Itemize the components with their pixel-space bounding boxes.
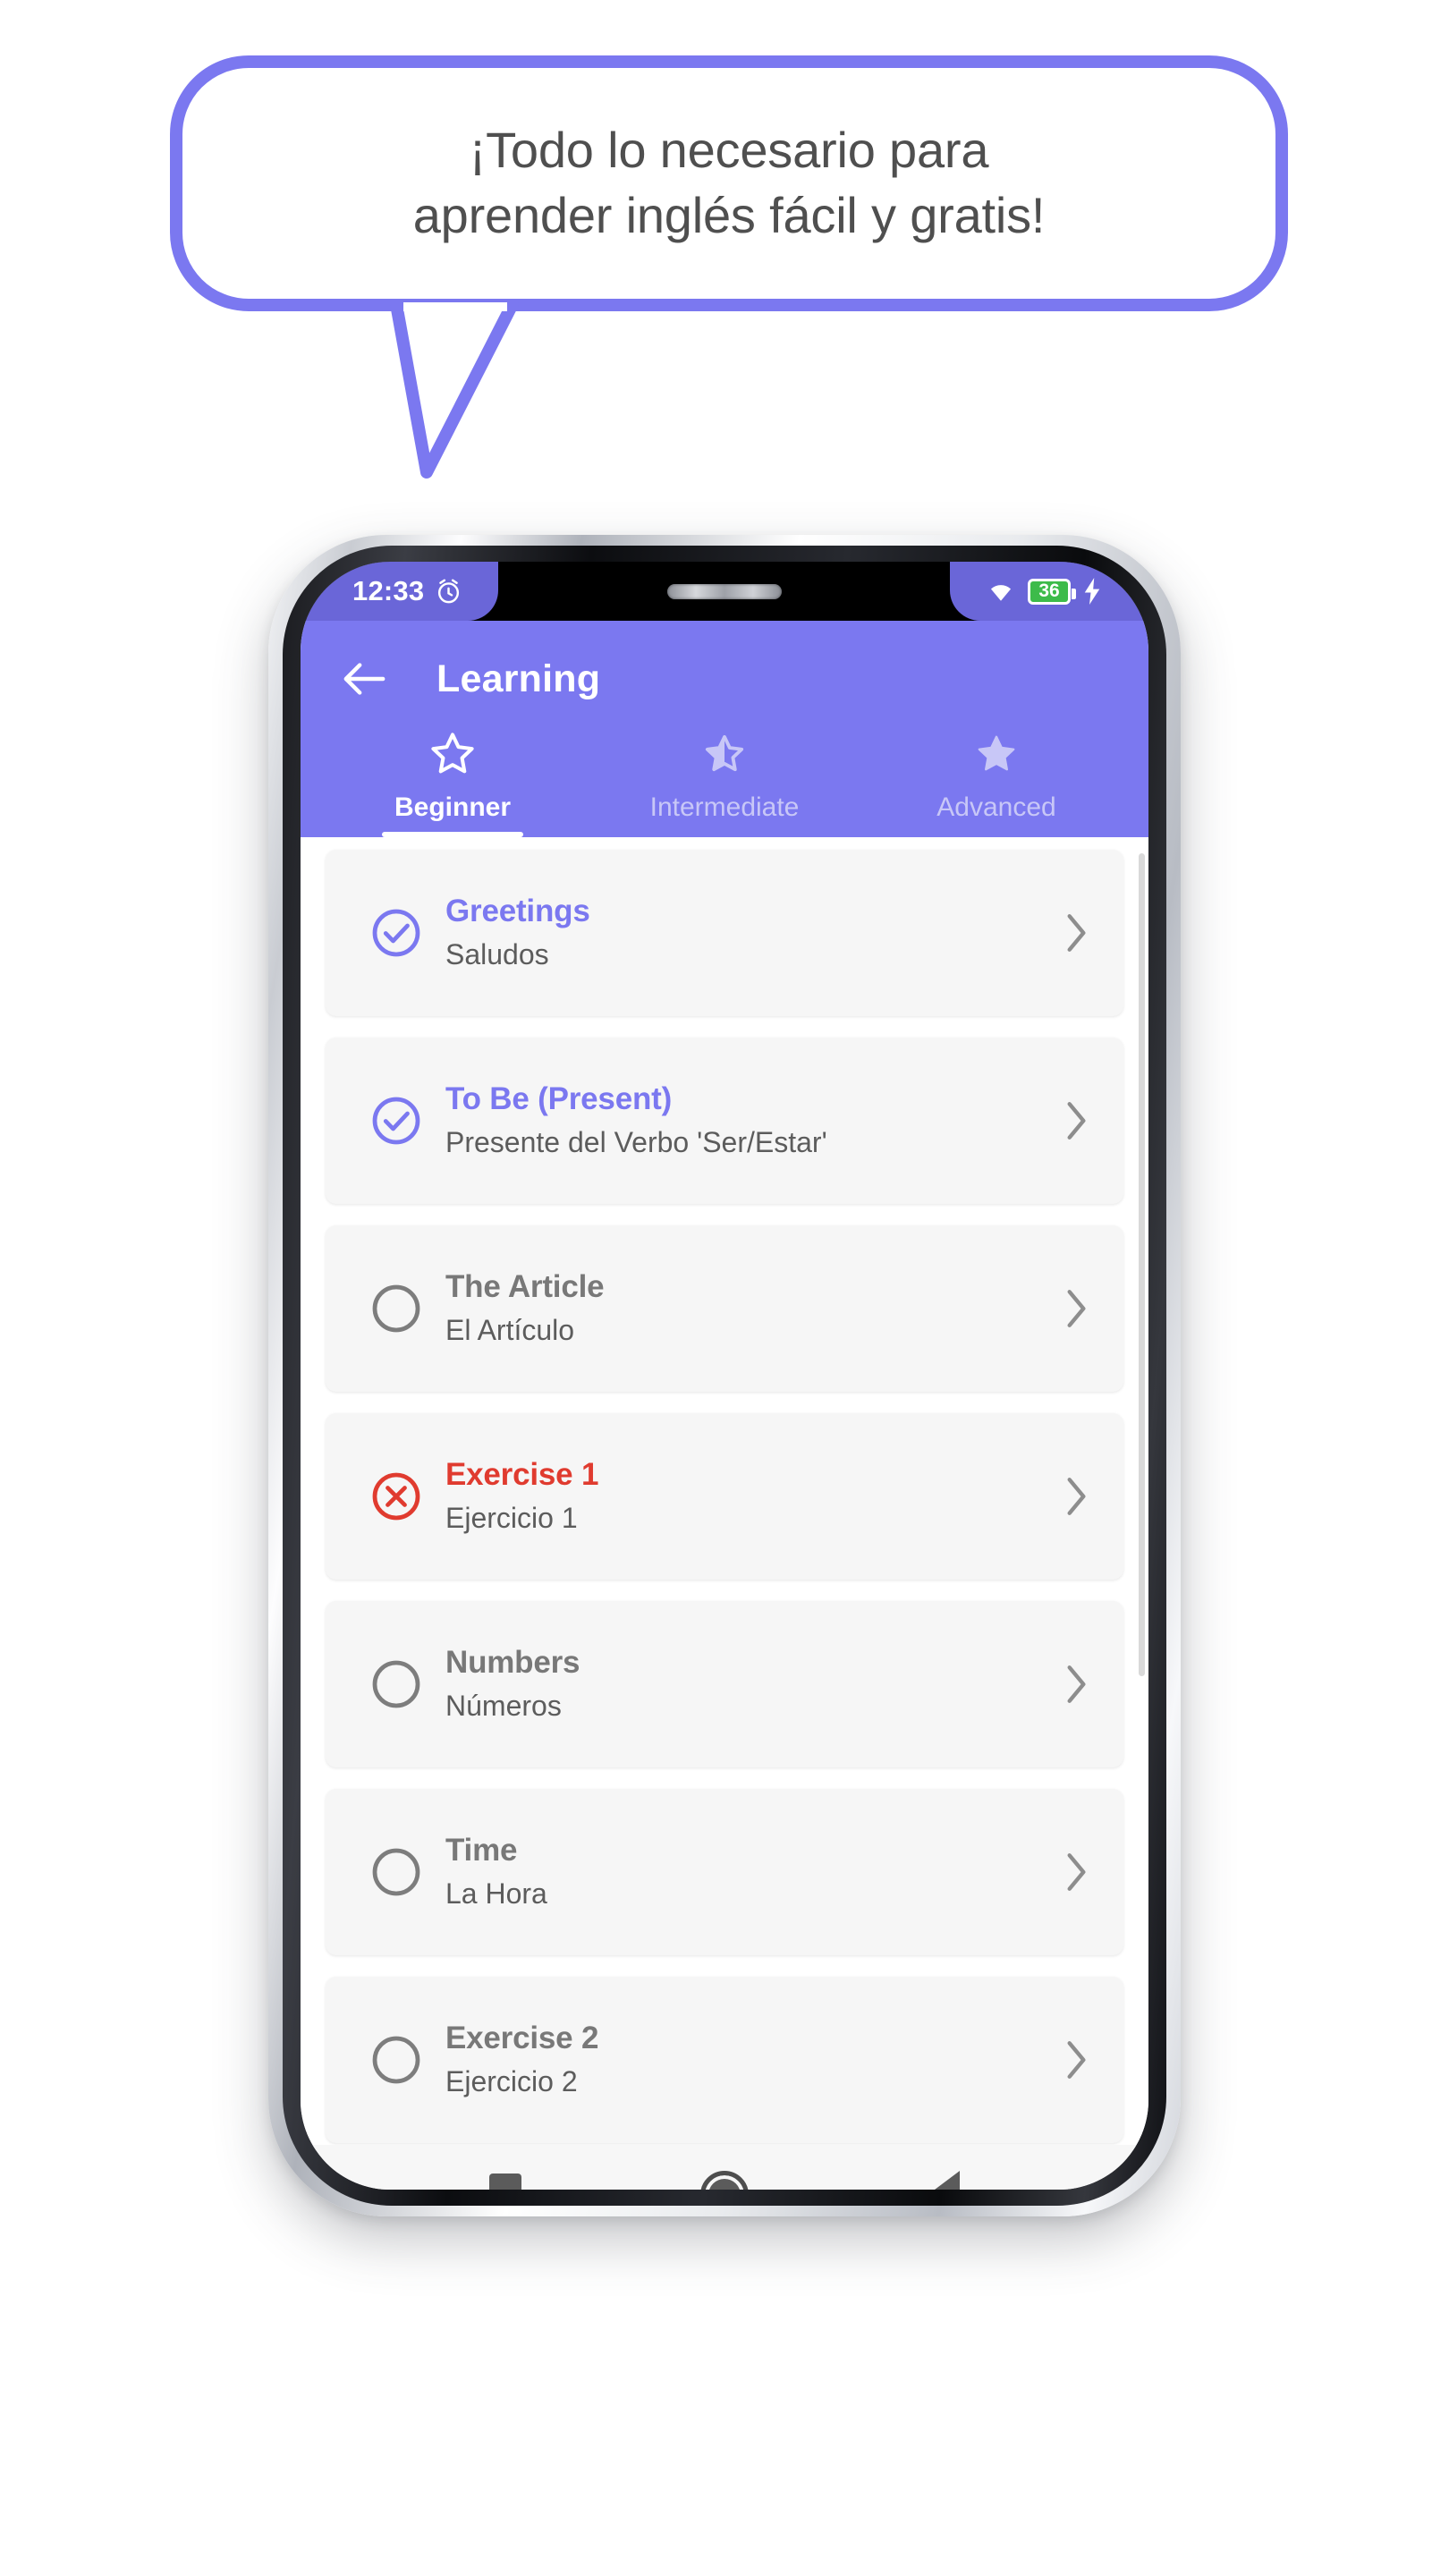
status-bar-right: 36 <box>950 562 1148 621</box>
back-arrow-icon[interactable] <box>342 659 386 699</box>
list-item-subtitle: Presente del Verbo 'Ser/Estar' <box>445 1125 827 1158</box>
empty-circle-icon <box>356 1657 436 1711</box>
list-item-subtitle: Números <box>445 1689 562 1722</box>
chevron-right-icon[interactable] <box>1061 1474 1091 1519</box>
phone-reflection <box>295 2211 1154 2569</box>
check-circle-icon <box>356 906 436 960</box>
list-item[interactable]: Numbers Números <box>326 1601 1123 1767</box>
alarm-icon <box>438 579 460 603</box>
list-item[interactable]: Time La Hora <box>326 1789 1123 1955</box>
speech-bubble-text: ¡Todo lo necesario para aprender inglés … <box>412 122 1046 243</box>
circle-home-icon[interactable] <box>700 2171 749 2190</box>
empty-circle-icon <box>356 1282 436 1335</box>
list-item-subtitle: Ejercicio 2 <box>445 2064 578 2097</box>
battery-indicator: 36 <box>1028 578 1076 605</box>
lesson-list[interactable]: Greetings Saludos To Be (Present) Presen… <box>301 837 1148 2145</box>
android-nav-bar <box>301 2145 1148 2190</box>
list-item-text: Exercise 2 Ejercicio 2 <box>436 2020 1061 2100</box>
tab-beginner-label: Beginner <box>394 792 512 822</box>
list-item-text: Greetings Saludos <box>436 893 1061 973</box>
list-item-text: Numbers Números <box>436 1644 1061 1724</box>
chevron-right-icon[interactable] <box>1061 1850 1091 1894</box>
empty-circle-icon <box>356 1845 436 1899</box>
tab-beginner[interactable]: Beginner <box>317 728 589 837</box>
list-item-subtitle: Ejercicio 1 <box>445 1501 578 1534</box>
list-item-text: The Article El Artículo <box>436 1268 1061 1349</box>
tab-intermediate-label: Intermediate <box>649 792 800 822</box>
triangle-back-icon[interactable] <box>928 2171 960 2190</box>
earpiece-speaker-icon <box>667 583 782 599</box>
star-half-icon <box>703 728 746 780</box>
star-outline-icon <box>428 728 477 780</box>
promo-speech-bubble: ¡Todo lo necesario para aprender inglés … <box>170 55 1288 479</box>
page-title: Learning <box>436 657 601 700</box>
phone-screen: 12:33 36 Learning Beginner Intermediate … <box>301 562 1148 2190</box>
list-item-title: To Be (Present) <box>445 1081 673 1117</box>
list-item[interactable]: Exercise 1 Ejercicio 1 <box>326 1413 1123 1580</box>
chevron-right-icon[interactable] <box>1061 1286 1091 1331</box>
square-recents-icon[interactable] <box>489 2174 521 2190</box>
tab-advanced-label: Advanced <box>936 792 1056 822</box>
tab-advanced[interactable]: Advanced <box>860 728 1132 837</box>
list-item-subtitle: La Hora <box>445 1877 547 1910</box>
status-bar: 12:33 36 <box>301 562 1148 621</box>
chevron-right-icon[interactable] <box>1061 1662 1091 1707</box>
phone-notch <box>590 562 859 621</box>
phone-mockup: 12:33 36 Learning Beginner Intermediate … <box>268 535 1181 2216</box>
status-time: 12:33 <box>352 575 425 606</box>
status-bar-left: 12:33 <box>301 562 499 621</box>
list-item-title: Numbers <box>445 1645 580 1681</box>
wifi-icon <box>990 585 1012 601</box>
tab-bar: Beginner Intermediate Advanced <box>301 717 1148 837</box>
list-item-title: Time <box>445 1833 518 1868</box>
speech-bubble-body: ¡Todo lo necesario para aprender inglés … <box>170 55 1288 311</box>
list-item-title: The Article <box>445 1269 605 1305</box>
list-item-text: Time La Hora <box>436 1832 1061 1912</box>
chevron-right-icon[interactable] <box>1061 1098 1091 1143</box>
list-item[interactable]: Exercise 2 Ejercicio 2 <box>326 1977 1123 2143</box>
chevron-right-icon[interactable] <box>1061 911 1091 955</box>
chevron-right-icon[interactable] <box>1061 2038 1091 2082</box>
star-filled-icon <box>975 728 1018 780</box>
check-circle-icon <box>356 1094 436 1148</box>
app-bar: Learning Beginner Intermediate Advanced <box>301 621 1148 837</box>
empty-circle-icon <box>356 2033 436 2087</box>
list-item-text: To Be (Present) Presente del Verbo 'Ser/… <box>436 1080 1061 1161</box>
list-item-text: Exercise 1 Ejercicio 1 <box>436 1456 1061 1537</box>
list-item-title: Exercise 2 <box>445 2021 599 2056</box>
list-item-title: Exercise 1 <box>445 1457 599 1493</box>
app-bar-row: Learning <box>301 640 1148 717</box>
tab-intermediate[interactable]: Intermediate <box>589 728 860 837</box>
promo-screenshot: ¡Todo lo necesario para aprender inglés … <box>0 0 1449 2576</box>
list-item-subtitle: Saludos <box>445 937 549 970</box>
list-item[interactable]: The Article El Artículo <box>326 1225 1123 1392</box>
charging-bolt-icon <box>1084 578 1100 605</box>
x-circle-icon <box>356 1470 436 1523</box>
speech-bubble-tail-icon <box>390 302 519 479</box>
list-scrollbar[interactable] <box>1139 853 1145 1676</box>
list-item[interactable]: To Be (Present) Presente del Verbo 'Ser/… <box>326 1038 1123 1204</box>
list-item-title: Greetings <box>445 894 590 929</box>
list-item[interactable]: Greetings Saludos <box>326 850 1123 1016</box>
list-item-subtitle: El Artículo <box>445 1313 575 1346</box>
